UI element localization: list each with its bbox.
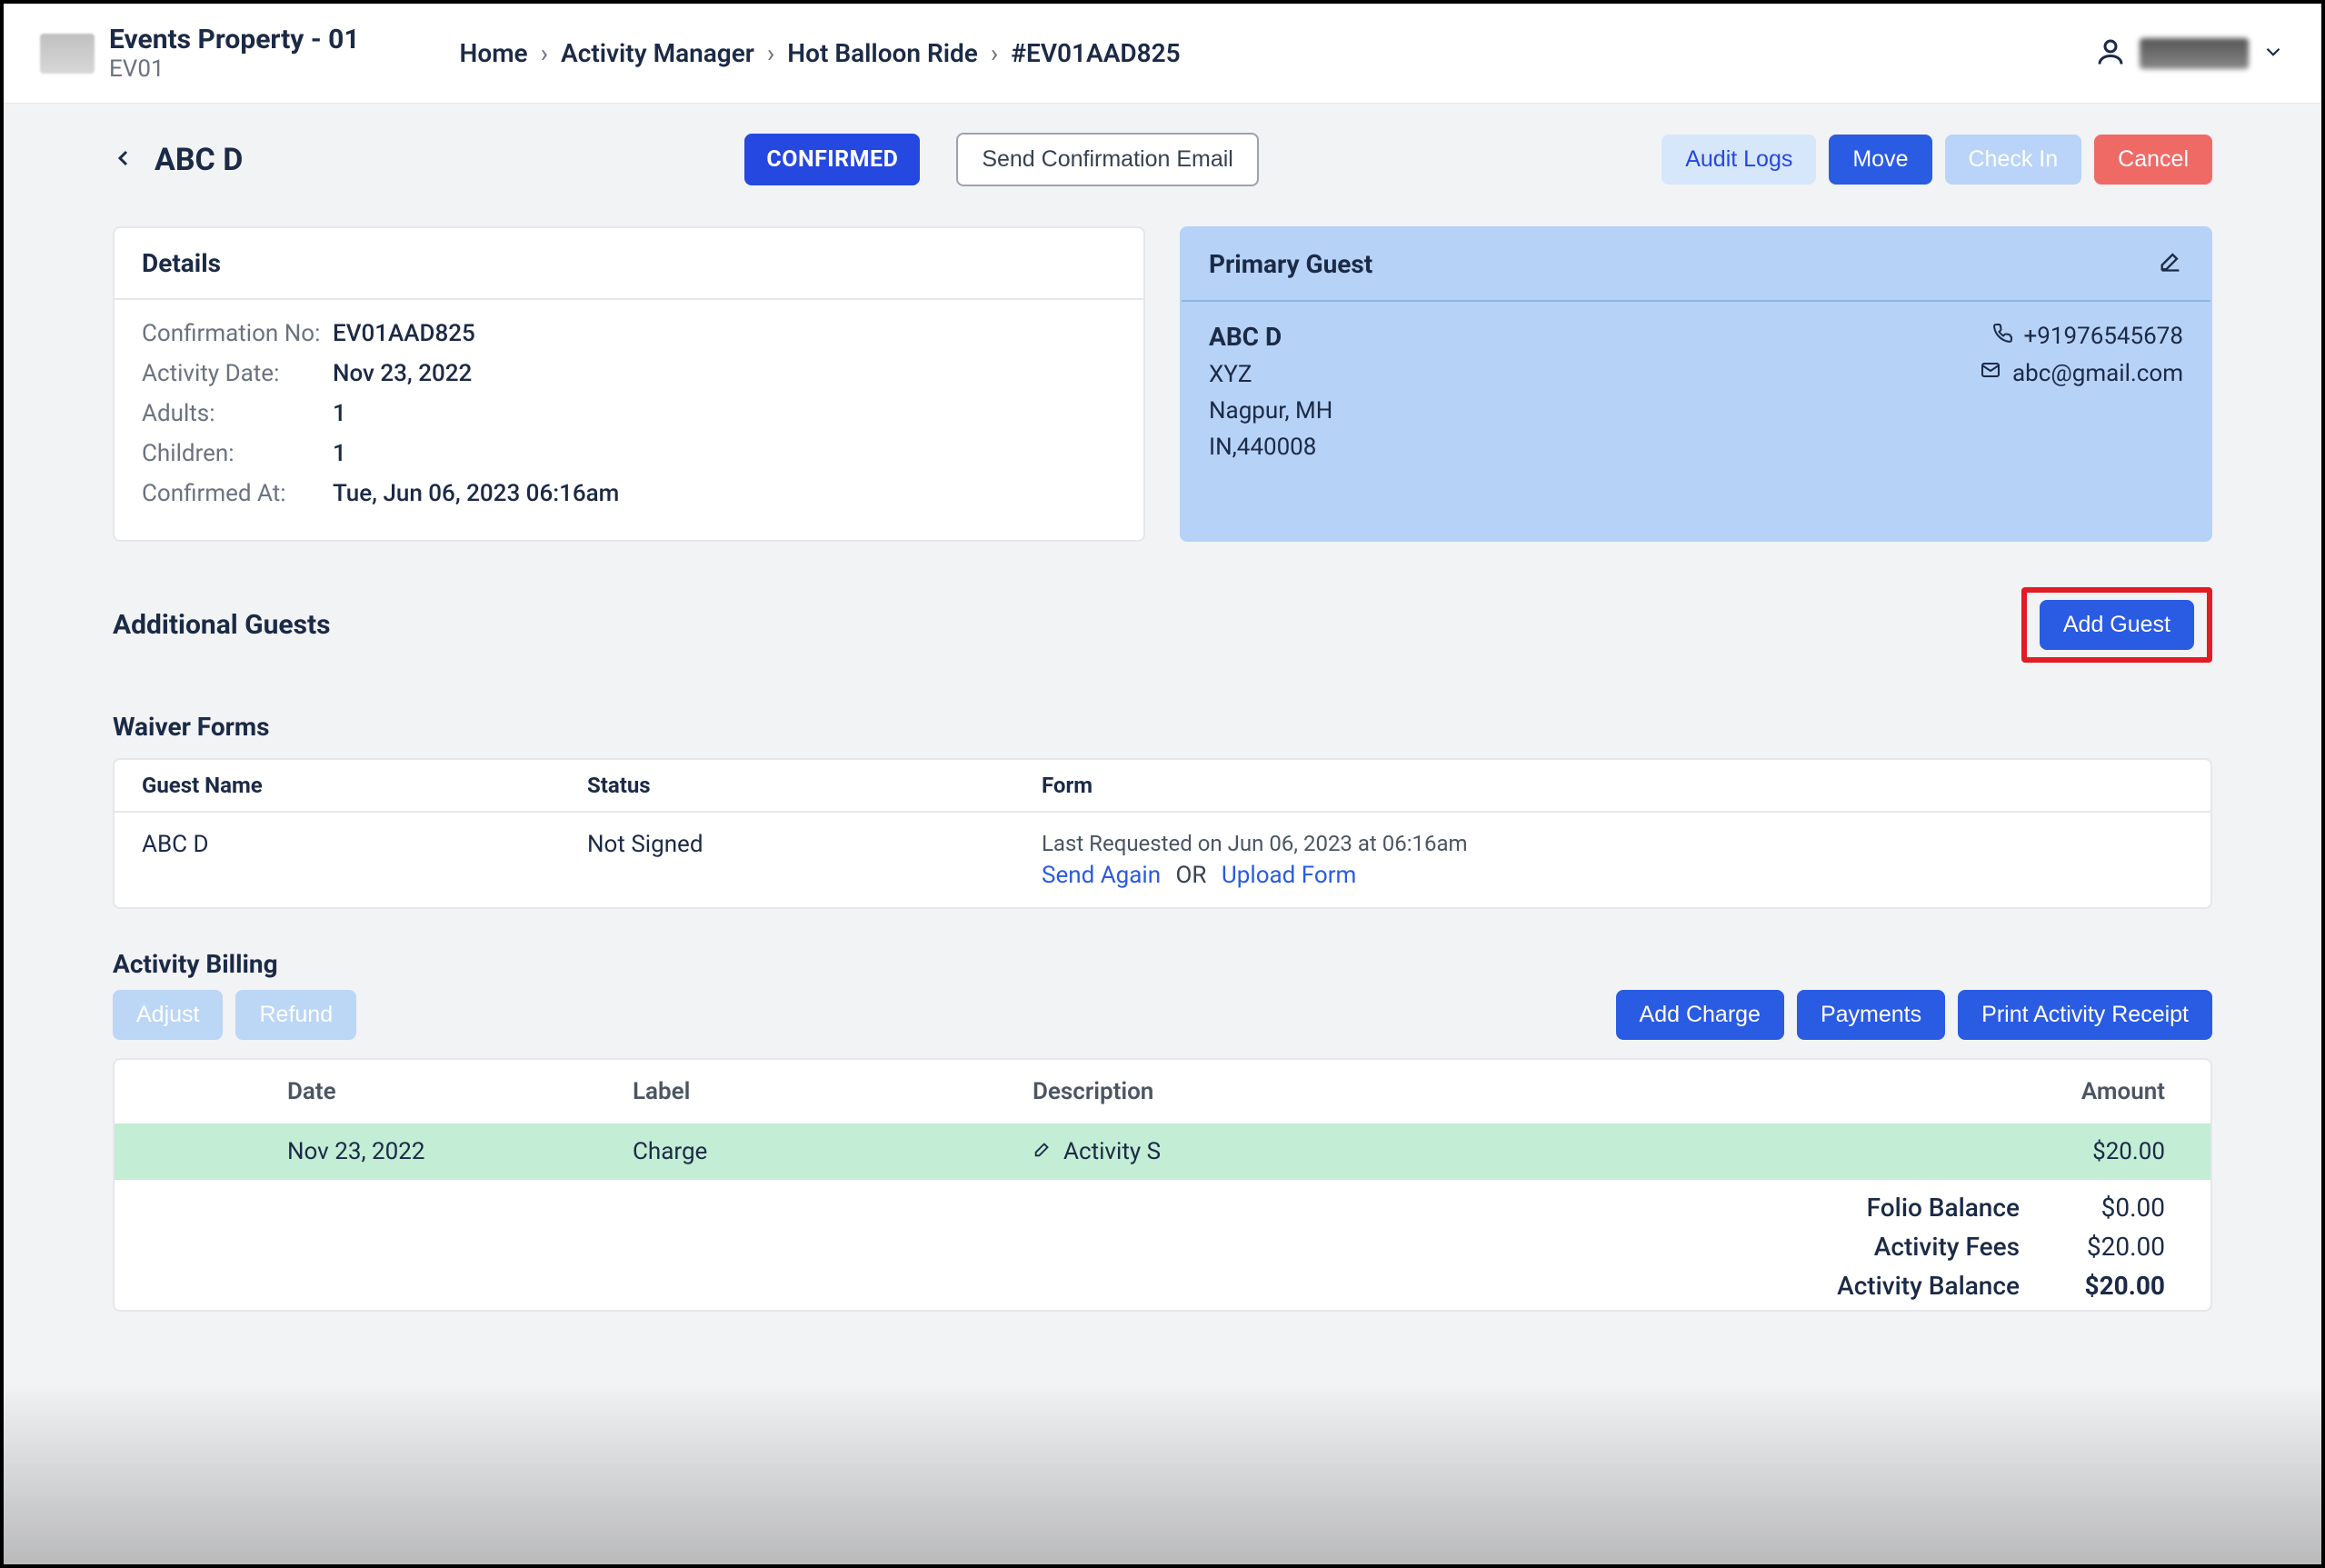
page-title: ABC D [155, 142, 243, 178]
primary-guest-card: Primary Guest ABC D XYZ Nagpur, MH IN,44… [1180, 226, 2212, 542]
status-badge: CONFIRMED [744, 134, 920, 185]
col-status: Status [587, 773, 1042, 798]
detail-value: Tue, Jun 06, 2023 06:16am [333, 480, 619, 507]
guest-city: Nagpur, MH [1209, 397, 1980, 424]
chevron-right-icon: › [541, 38, 548, 68]
detail-label: Children: [142, 440, 333, 467]
total-label: Activity Fees [1874, 1232, 2020, 1262]
guest-phone: +91976545678 [2024, 323, 2184, 350]
guest-name: ABC D [1209, 322, 1980, 352]
guest-email: abc@gmail.com [2012, 360, 2183, 387]
back-button[interactable] [113, 147, 135, 173]
billing-desc: Activity S [1063, 1138, 1161, 1165]
payments-button[interactable]: Payments [1797, 990, 1945, 1040]
property-block: Events Property - 01 EV01 [40, 24, 360, 83]
detail-label: Confirmed At: [142, 480, 333, 507]
send-confirmation-email-button[interactable]: Send Confirmation Email [956, 133, 1259, 186]
title-row: ABC D CONFIRMED Send Confirmation Email … [113, 133, 2212, 186]
print-receipt-button[interactable]: Print Activity Receipt [1958, 990, 2212, 1040]
detail-value: 1 [333, 440, 346, 467]
guest-org: XYZ [1209, 361, 1980, 388]
chevron-down-icon [2261, 40, 2285, 67]
detail-label: Activity Date: [142, 360, 333, 387]
billing-label: Charge [633, 1138, 1033, 1165]
property-name: Events Property - 01 [109, 24, 360, 55]
page-body: ABC D CONFIRMED Send Confirmation Email … [4, 104, 2321, 1312]
billing-table: Date Label Description Amount Nov 23, 20… [113, 1058, 2212, 1312]
col-amount: Amount [1542, 1078, 2183, 1105]
or-text: OR [1176, 862, 1207, 889]
upload-form-link[interactable]: Upload Form [1222, 862, 1356, 889]
total-value: $20.00 [2056, 1232, 2165, 1262]
edit-guest-button[interactable] [2158, 248, 2183, 280]
bottom-fade [4, 1383, 2321, 1564]
cards-row: Details Confirmation No:EV01AAD825 Activ… [113, 226, 2212, 542]
primary-guest-heading: Primary Guest [1209, 249, 1372, 279]
billing-amount: $20.00 [1542, 1138, 2183, 1165]
detail-label: Confirmation No: [142, 320, 333, 347]
col-desc: Description [1033, 1078, 1542, 1105]
waiver-guest: ABC D [142, 831, 587, 858]
col-form: Form [1042, 773, 2183, 798]
add-guest-highlight: Add Guest [2021, 587, 2212, 663]
billing-date: Nov 23, 2022 [142, 1138, 633, 1165]
waiver-table-head: Guest Name Status Form [115, 760, 2210, 813]
billing-row: Nov 23, 2022 Charge Activity S $20.00 [115, 1124, 2210, 1180]
refund-button[interactable]: Refund [235, 990, 356, 1040]
detail-value: EV01AAD825 [333, 320, 475, 347]
total-label: Activity Balance [1837, 1271, 2020, 1301]
breadcrumb: Home › Activity Manager › Hot Balloon Ri… [460, 38, 1181, 68]
send-again-link[interactable]: Send Again [1042, 862, 1161, 889]
breadcrumb-item[interactable]: Home [460, 38, 528, 68]
col-guest-name: Guest Name [142, 773, 587, 798]
billing-table-head: Date Label Description Amount [115, 1060, 2210, 1124]
chevron-right-icon: › [767, 38, 774, 68]
col-date: Date [142, 1078, 633, 1105]
col-label: Label [633, 1078, 1033, 1105]
user-name-blurred [2140, 38, 2249, 69]
property-code: EV01 [109, 55, 360, 83]
audit-logs-button[interactable]: Audit Logs [1661, 135, 1816, 185]
total-value: $0.00 [2056, 1193, 2165, 1223]
user-menu[interactable] [2094, 35, 2285, 72]
total-value: $20.00 [2056, 1271, 2165, 1301]
adjust-button[interactable]: Adjust [113, 990, 223, 1040]
billing-actions: Adjust Refund Add Charge Payments Print … [113, 990, 2212, 1040]
waiver-table: Guest Name Status Form ABC D Not Signed … [113, 758, 2212, 909]
move-button[interactable]: Move [1829, 135, 1931, 185]
details-heading: Details [115, 228, 1143, 300]
additional-guests-heading: Additional Guests [113, 609, 331, 641]
user-icon [2094, 35, 2127, 72]
edit-charge-icon[interactable] [1033, 1138, 1053, 1165]
check-in-button[interactable]: Check In [1945, 135, 2082, 185]
additional-guests-section: Additional Guests Add Guest [113, 587, 2212, 663]
property-logo [40, 34, 95, 74]
chevron-right-icon: › [991, 38, 998, 68]
detail-value: Nov 23, 2022 [333, 360, 472, 387]
billing-heading: Activity Billing [113, 949, 2212, 979]
detail-label: Adults: [142, 400, 333, 427]
topbar: Events Property - 01 EV01 Home › Activit… [4, 4, 2321, 104]
detail-value: 1 [333, 400, 346, 427]
cancel-button[interactable]: Cancel [2094, 135, 2212, 185]
total-label: Folio Balance [1867, 1193, 2020, 1223]
details-card: Details Confirmation No:EV01AAD825 Activ… [113, 226, 1145, 542]
breadcrumb-item[interactable]: Hot Balloon Ride [787, 38, 978, 68]
details-body: Confirmation No:EV01AAD825 Activity Date… [115, 300, 1143, 540]
mail-icon [1980, 359, 2001, 387]
guest-country: IN,440008 [1209, 434, 1980, 461]
waiver-status: Not Signed [587, 831, 1042, 858]
billing-totals: Folio Balance $0.00 Activity Fees $20.00 A… [115, 1180, 2210, 1301]
waiver-row: ABC D Not Signed Last Requested on Jun 0… [115, 813, 2210, 907]
breadcrumb-current: #EV01AAD825 [1011, 38, 1180, 68]
phone-icon [1991, 322, 2013, 350]
add-charge-button[interactable]: Add Charge [1616, 990, 1784, 1040]
breadcrumb-item[interactable]: Activity Manager [561, 38, 754, 68]
add-guest-button[interactable]: Add Guest [2040, 600, 2194, 650]
waiver-requested: Last Requested on Jun 06, 2023 at 06:16a… [1042, 831, 2183, 856]
waiver-heading: Waiver Forms [113, 712, 2212, 742]
